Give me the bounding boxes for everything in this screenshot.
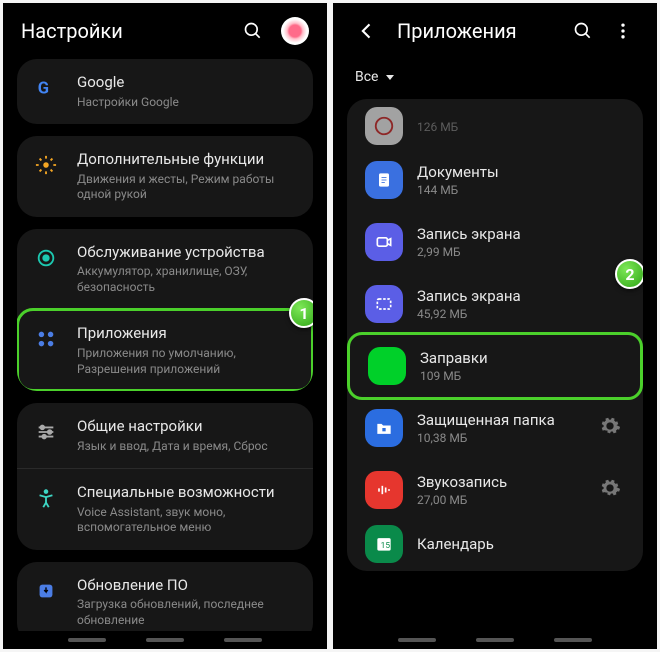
accessibility-icon [33, 485, 59, 511]
item-title: Обслуживание устройства [77, 243, 297, 263]
item-title: Обновление ПО [77, 576, 297, 596]
record-icon [365, 285, 403, 323]
docs-icon [365, 161, 403, 199]
google-icon: G [33, 75, 59, 101]
nav-home[interactable] [146, 638, 184, 642]
app-title: Звукозапись [417, 473, 595, 491]
item-title: Общие настройки [77, 417, 297, 437]
app-title: Календарь [417, 535, 625, 553]
profile-avatar[interactable] [281, 17, 309, 45]
apps-header: Приложения [333, 3, 657, 59]
settings-item-accessibility[interactable]: Специальные возможности Voice Assistant,… [17, 468, 313, 550]
nav-recent[interactable] [68, 638, 106, 642]
app-size: 126 МБ [417, 120, 625, 134]
settings-item-advanced[interactable]: Дополнительные функции Движения и жесты,… [17, 136, 313, 217]
item-title: Специальные возможности [77, 483, 297, 503]
app-title: Заправки [420, 349, 622, 367]
app-list-container: 126 МБ Документы 144 МБ Запись экрана [333, 99, 657, 631]
item-subtitle: Приложения по умолчанию, Разрешения прил… [77, 346, 297, 377]
app-size: 27,00 МБ [417, 493, 595, 507]
chevron-left-icon [357, 21, 377, 41]
app-settings-button[interactable] [595, 411, 625, 445]
settings-screen: Настройки G Google Настройки Google [3, 3, 327, 649]
page-title: Приложения [397, 19, 559, 43]
page-title: Настройки [21, 19, 229, 43]
app-size: 109 МБ [420, 369, 622, 383]
nav-back[interactable] [224, 638, 262, 642]
settings-header: Настройки [3, 3, 327, 59]
advanced-icon [33, 152, 59, 178]
settings-list: G Google Настройки Google Дополнительные… [3, 59, 327, 631]
record-icon [365, 223, 403, 261]
svg-text:15: 15 [381, 541, 391, 551]
app-item-documents[interactable]: Документы 144 МБ [347, 149, 643, 211]
step-badge-2: 2 [615, 259, 643, 289]
nav-bar [3, 631, 327, 649]
item-subtitle: Настройки Google [77, 95, 297, 111]
item-subtitle: Загрузка обновлений, последнее обновлени… [77, 597, 297, 628]
app-title: Защищенная папка [417, 411, 595, 429]
app-size: 45,92 МБ [417, 307, 625, 321]
zapravki-icon [368, 347, 406, 385]
app-settings-button[interactable] [595, 473, 625, 507]
calendar-icon: 15 [365, 525, 403, 563]
app-icon-generic [365, 107, 403, 145]
app-size: 144 МБ [417, 183, 625, 197]
nav-back[interactable] [554, 638, 592, 642]
item-subtitle: Движения и жесты, Режим работы одной рук… [77, 172, 297, 203]
general-icon [33, 419, 59, 445]
chevron-down-icon [384, 71, 396, 83]
filter-label: Все [355, 69, 378, 85]
apps-screen: Приложения Все 126 МБ [333, 3, 657, 649]
voice-icon [365, 471, 403, 509]
settings-item-google[interactable]: G Google Настройки Google [17, 59, 313, 124]
item-subtitle: Аккумулятор, хранилище, ОЗУ, безопасност… [77, 264, 297, 295]
item-title: Google [77, 73, 297, 93]
search-button[interactable] [567, 15, 599, 47]
svg-text:G: G [38, 80, 49, 99]
app-title: Запись экрана [417, 287, 625, 305]
item-subtitle: Voice Assistant, звук моно, вспомогатель… [77, 505, 297, 536]
app-item-zapravki[interactable]: Заправки 109 МБ [350, 335, 640, 397]
more-button[interactable] [607, 15, 639, 47]
nav-bar [333, 631, 657, 649]
item-title: Дополнительные функции [77, 150, 297, 170]
app-item-screen-record-2[interactable]: 2 Запись экрана 45,92 МБ [347, 273, 643, 335]
secure-folder-icon [365, 409, 403, 447]
search-icon [573, 21, 593, 41]
app-item[interactable]: 126 МБ [347, 103, 643, 149]
app-item-secure-folder[interactable]: Защищенная папка 10,38 МБ [347, 397, 643, 459]
app-item-voice-recorder[interactable]: Звукозапись 27,00 МБ [347, 459, 643, 521]
update-icon [33, 578, 59, 604]
app-item-calendar[interactable]: 15 Календарь [347, 521, 643, 567]
gear-icon [599, 415, 621, 437]
settings-item-general[interactable]: Общие настройки Язык и ввод, Дата и врем… [17, 403, 313, 468]
more-vertical-icon [613, 21, 633, 41]
back-button[interactable] [351, 15, 383, 47]
filter-dropdown[interactable]: Все [333, 59, 657, 99]
settings-item-device-care[interactable]: Обслуживание устройства Аккумулятор, хра… [17, 229, 313, 310]
nav-recent[interactable] [398, 638, 436, 642]
item-title: Приложения [77, 324, 297, 344]
apps-icon [33, 326, 59, 352]
settings-item-update[interactable]: Обновление ПО Загрузка обновлений, после… [17, 562, 313, 631]
device-care-icon [33, 245, 59, 271]
item-subtitle: Язык и ввод, Дата и время, Сброс [77, 439, 297, 455]
app-title: Запись экрана [417, 225, 625, 243]
settings-item-apps[interactable]: 1 Приложения Приложения по умолчанию, Ра… [17, 309, 313, 391]
search-button[interactable] [237, 15, 269, 47]
app-item-screen-record-1[interactable]: Запись экрана 2,99 МБ [347, 211, 643, 273]
nav-home[interactable] [476, 638, 514, 642]
gear-icon [599, 477, 621, 499]
app-size: 2,99 МБ [417, 245, 625, 259]
search-icon [243, 21, 263, 41]
app-size: 10,38 МБ [417, 431, 595, 445]
app-title: Документы [417, 163, 625, 181]
